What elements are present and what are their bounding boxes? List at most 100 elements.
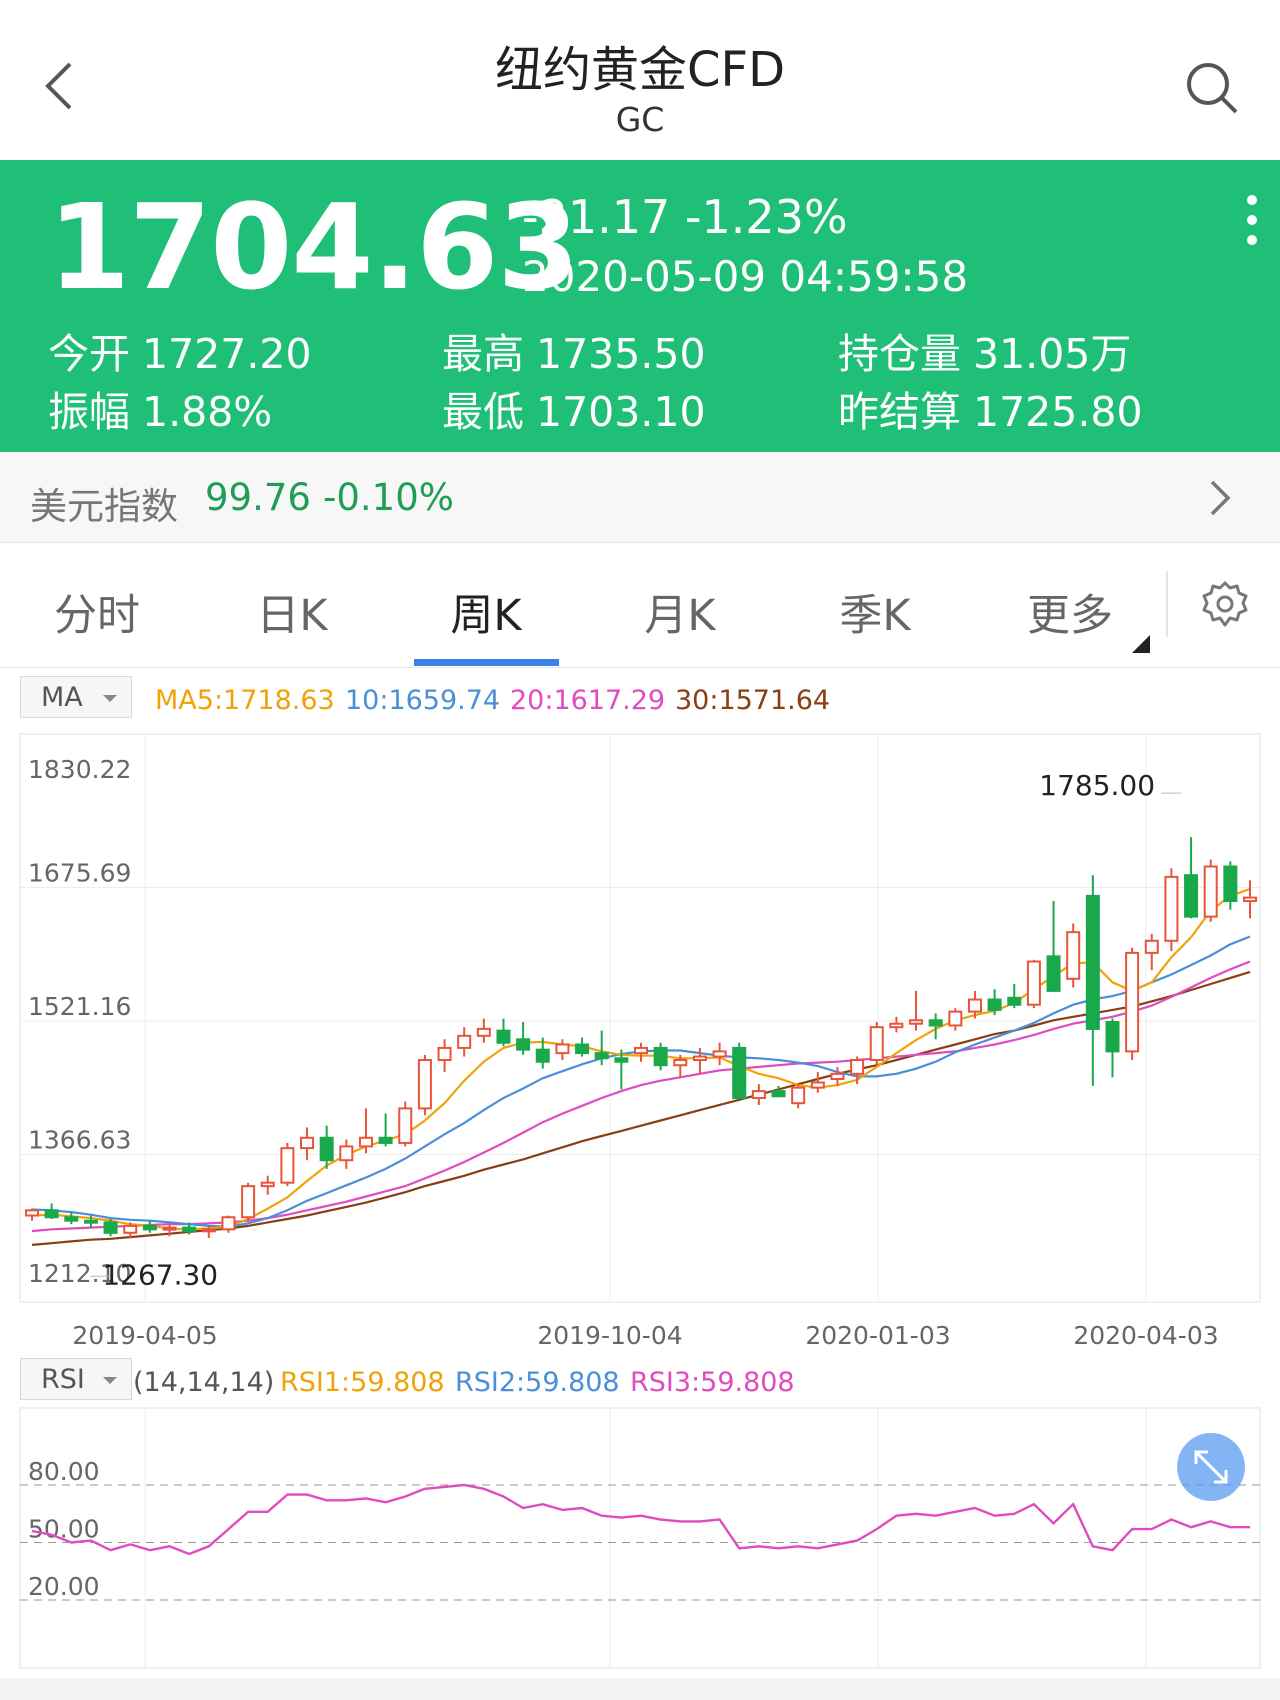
candle-body xyxy=(673,1059,688,1067)
candle-body xyxy=(339,1145,354,1162)
gear-icon[interactable] xyxy=(1200,579,1250,629)
candle xyxy=(280,1142,295,1187)
candle-body xyxy=(25,1209,39,1217)
rsi-tick-label: 80.00 xyxy=(28,1457,100,1486)
tab-divider xyxy=(1166,571,1168,637)
candle-body xyxy=(44,1209,59,1219)
candle-body xyxy=(358,1136,373,1148)
kline-chart[interactable]: 1830.221675.691521.161366.631212.102019-… xyxy=(19,733,1261,1350)
candle-body xyxy=(967,998,982,1013)
kline-frame xyxy=(19,733,1261,1303)
candle-body xyxy=(300,1136,315,1150)
candle-body xyxy=(182,1226,197,1233)
tab-monthly-k[interactable]: 月K xyxy=(600,581,760,643)
min-price-label: 1267.30 xyxy=(102,1258,218,1291)
dollar-index-row[interactable]: 美元指数 99.76 -0.10% xyxy=(0,452,1280,543)
tab-more[interactable]: 更多 xyxy=(990,581,1150,643)
last-price: 1704.63 xyxy=(48,178,579,316)
candle xyxy=(221,1215,236,1233)
dropdown-corner-icon xyxy=(1132,635,1150,653)
candle-body xyxy=(1026,960,1041,1006)
chevron-right-icon[interactable] xyxy=(1204,478,1234,518)
top-bar: 纽约黄金CFD GC xyxy=(0,0,1280,160)
tab-weekly-k[interactable]: 周K xyxy=(406,581,566,643)
chart-area: MA MA5:1718.63 10:1659.74 20:1617.29 30:… xyxy=(0,668,1280,1678)
candle-body xyxy=(732,1046,747,1100)
candle-body xyxy=(889,1022,904,1029)
candle-body xyxy=(496,1029,511,1044)
candle-body xyxy=(987,998,1002,1011)
candle xyxy=(732,1042,747,1100)
stat-low: 最低 1703.10 xyxy=(442,388,706,436)
candle-body xyxy=(201,1228,216,1233)
expand-button[interactable] xyxy=(1176,1432,1246,1502)
candle xyxy=(1026,959,1041,1009)
stat-open-interest: 持仓量 31.05万 xyxy=(838,330,1132,378)
candle-body xyxy=(1184,874,1199,918)
candle-body xyxy=(221,1216,236,1231)
price-change: -21.17 -1.23% xyxy=(522,190,848,244)
stat-open: 今开 1727.20 xyxy=(48,330,312,378)
candle-body xyxy=(1046,955,1061,992)
rsi-selector-label: RSI xyxy=(41,1364,85,1395)
candle-body xyxy=(83,1219,98,1224)
candle-body xyxy=(771,1090,786,1098)
search-icon[interactable] xyxy=(1182,58,1242,118)
candle-body xyxy=(123,1224,138,1234)
period-tabs: 分时 日K 周K 月K 季K 更多 xyxy=(0,543,1280,668)
legend-rsi3: RSI3:59.808 xyxy=(630,1367,795,1398)
legend-rsi2: RSI2:59.808 xyxy=(455,1367,620,1398)
x-tick-label: 2019-04-05 xyxy=(72,1321,217,1350)
instrument-code: GC xyxy=(615,100,665,139)
candle-body xyxy=(162,1226,177,1231)
dollar-index-label: 美元指数 xyxy=(30,485,178,528)
candle-body xyxy=(476,1027,491,1037)
candle-body xyxy=(437,1046,452,1062)
x-tick-label: 2020-01-03 xyxy=(805,1321,950,1350)
more-vertical-icon[interactable] xyxy=(1240,190,1264,250)
rsi-frame xyxy=(19,1407,1261,1669)
candle-body xyxy=(260,1181,275,1188)
candle-body xyxy=(398,1107,413,1144)
candle-body xyxy=(653,1046,668,1067)
tab-daily-k[interactable]: 日K xyxy=(212,581,372,643)
candle-body xyxy=(142,1224,157,1231)
tab-quarterly-k[interactable]: 季K xyxy=(795,581,955,643)
y-tick-label: 1830.22 xyxy=(28,755,131,784)
candle-body xyxy=(280,1147,295,1184)
candle-body xyxy=(751,1090,766,1100)
candle-body xyxy=(712,1050,727,1058)
candle-body xyxy=(1085,894,1100,1030)
bottom-strip xyxy=(0,1678,1280,1700)
candle xyxy=(1066,923,1081,988)
rsi-selector[interactable]: RSI xyxy=(20,1358,132,1400)
x-tick-label: 2019-10-04 xyxy=(537,1321,682,1350)
active-tab-indicator xyxy=(414,659,559,666)
candle-body xyxy=(575,1043,590,1055)
candle-body xyxy=(692,1055,707,1062)
candle xyxy=(103,1218,118,1237)
rsi-chart[interactable]: 80.0050.0020.00 xyxy=(19,1407,1261,1669)
dollar-index-value: 99.76 xyxy=(205,476,311,519)
candle-body xyxy=(103,1221,118,1234)
quote-time: 2020-05-09 04:59:58 xyxy=(522,252,969,301)
stat-amplitude: 振幅 1.88% xyxy=(48,388,273,436)
candle-body xyxy=(535,1048,550,1063)
candle-body xyxy=(1223,865,1238,903)
candle xyxy=(417,1054,432,1116)
candle-body xyxy=(457,1034,472,1049)
candle-body xyxy=(948,1010,963,1027)
candle-body xyxy=(417,1059,432,1110)
caret-down-icon xyxy=(103,1377,117,1384)
tab-intraday[interactable]: 分时 xyxy=(17,581,177,643)
candle xyxy=(1125,947,1140,1061)
candle-body xyxy=(614,1057,629,1063)
candle xyxy=(398,1101,413,1147)
chart-canvas[interactable]: 1830.221675.691521.161366.631212.102019-… xyxy=(0,668,1280,1678)
legend-rsi-params: (14,14,14) xyxy=(133,1367,275,1398)
page-title: 纽约黄金CFD xyxy=(494,42,786,98)
x-tick-label: 2020-04-03 xyxy=(1073,1321,1218,1350)
y-tick-label: 1675.69 xyxy=(28,859,131,888)
candle-body xyxy=(810,1081,825,1089)
candle-body xyxy=(1007,996,1022,1006)
